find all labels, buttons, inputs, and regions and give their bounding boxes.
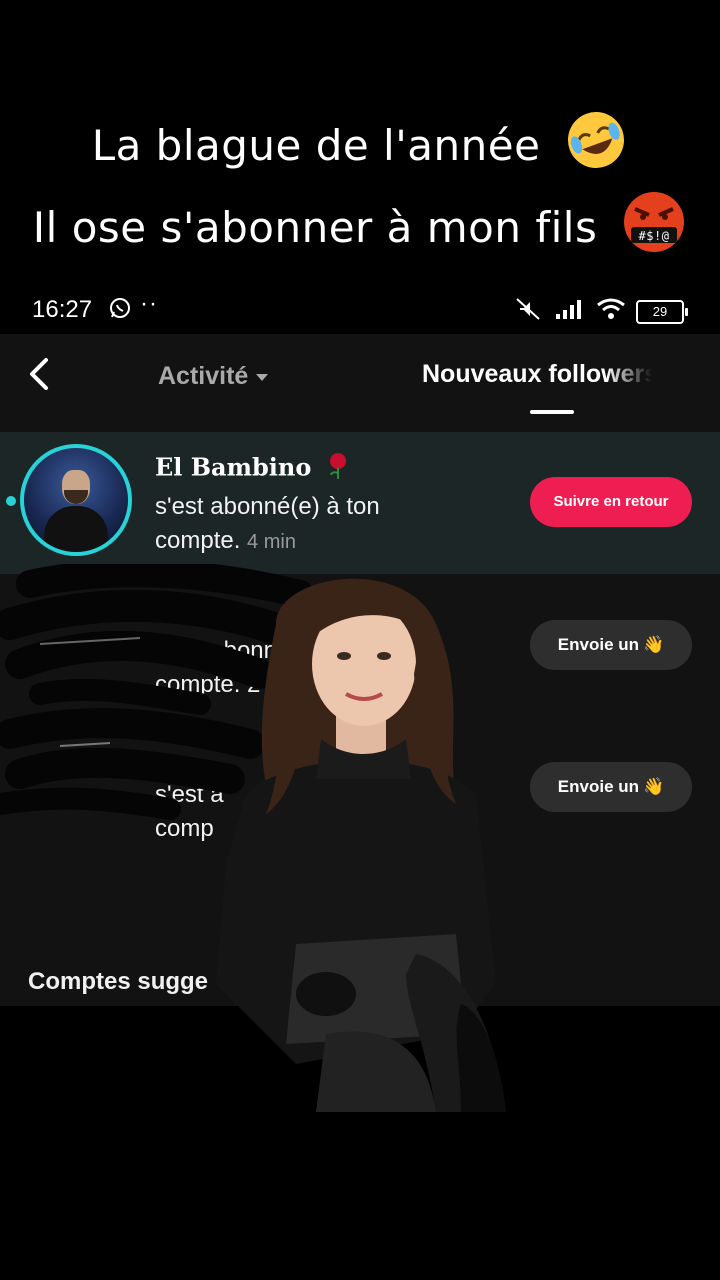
wave-icon: 👋: [643, 635, 665, 654]
dropdown-caret-icon: [256, 373, 269, 381]
username[interactable]: El Bambino: [155, 452, 348, 486]
back-arrow-icon[interactable]: [26, 356, 52, 397]
top-nav: Activité Nouveaux followers: [0, 334, 720, 430]
notification-message: s'est abonné(e) à ton compte. 4 min: [155, 490, 455, 559]
video-caption: La blague de l'année Il ose s'abonner à …: [0, 108, 720, 272]
wifi-icon: [596, 298, 626, 325]
send-wave-label: Envoie un: [557, 777, 640, 796]
caption-line-2: Il ose s'abonner à mon fils #$!@: [0, 189, 720, 272]
avatar[interactable]: [20, 444, 132, 556]
active-tab-indicator: [530, 410, 574, 414]
username-text: El Bambino: [155, 452, 312, 482]
whatsapp-icon: [108, 296, 132, 325]
caption-text-1: La blague de l'année: [91, 121, 541, 170]
status-time: 16:27: [32, 296, 93, 323]
rose-icon: [328, 452, 348, 486]
laughing-emoji-icon: [564, 108, 628, 189]
suggested-accounts-title: Comptes sugge: [28, 968, 209, 995]
caption-text-2: Il ose s'abonner à mon fils: [32, 203, 598, 252]
notification-time: 4 min: [247, 531, 296, 553]
send-wave-button[interactable]: Envoie un 👋: [530, 620, 692, 670]
svg-text:#$!@: #$!@: [639, 229, 670, 243]
wave-icon: 👋: [643, 777, 665, 796]
send-wave-button[interactable]: Envoie un 👋: [530, 762, 692, 812]
tab-activity-label: Activité: [158, 362, 249, 390]
notification-row[interactable]: El Bambino s'est abonné(e) à ton compte.…: [0, 432, 720, 574]
person-sticker: [216, 578, 506, 1112]
status-bar: 16:27 ·· 29: [0, 286, 720, 332]
unread-indicator: [6, 496, 16, 506]
swearing-emoji-icon: #$!@: [621, 189, 687, 272]
status-more-dots: ··: [140, 290, 158, 317]
tab-activity[interactable]: Activité: [158, 362, 269, 391]
mute-icon: [514, 296, 544, 327]
send-wave-label: Envoie un: [557, 635, 640, 654]
status-icons: 29: [514, 296, 688, 327]
follow-back-button[interactable]: Suivre en retour: [530, 477, 692, 527]
signal-icon: [554, 298, 586, 325]
tab-new-followers[interactable]: Nouveaux followers: [422, 360, 652, 389]
caption-line-1: La blague de l'année: [0, 108, 720, 189]
battery-icon: 29: [636, 299, 688, 324]
